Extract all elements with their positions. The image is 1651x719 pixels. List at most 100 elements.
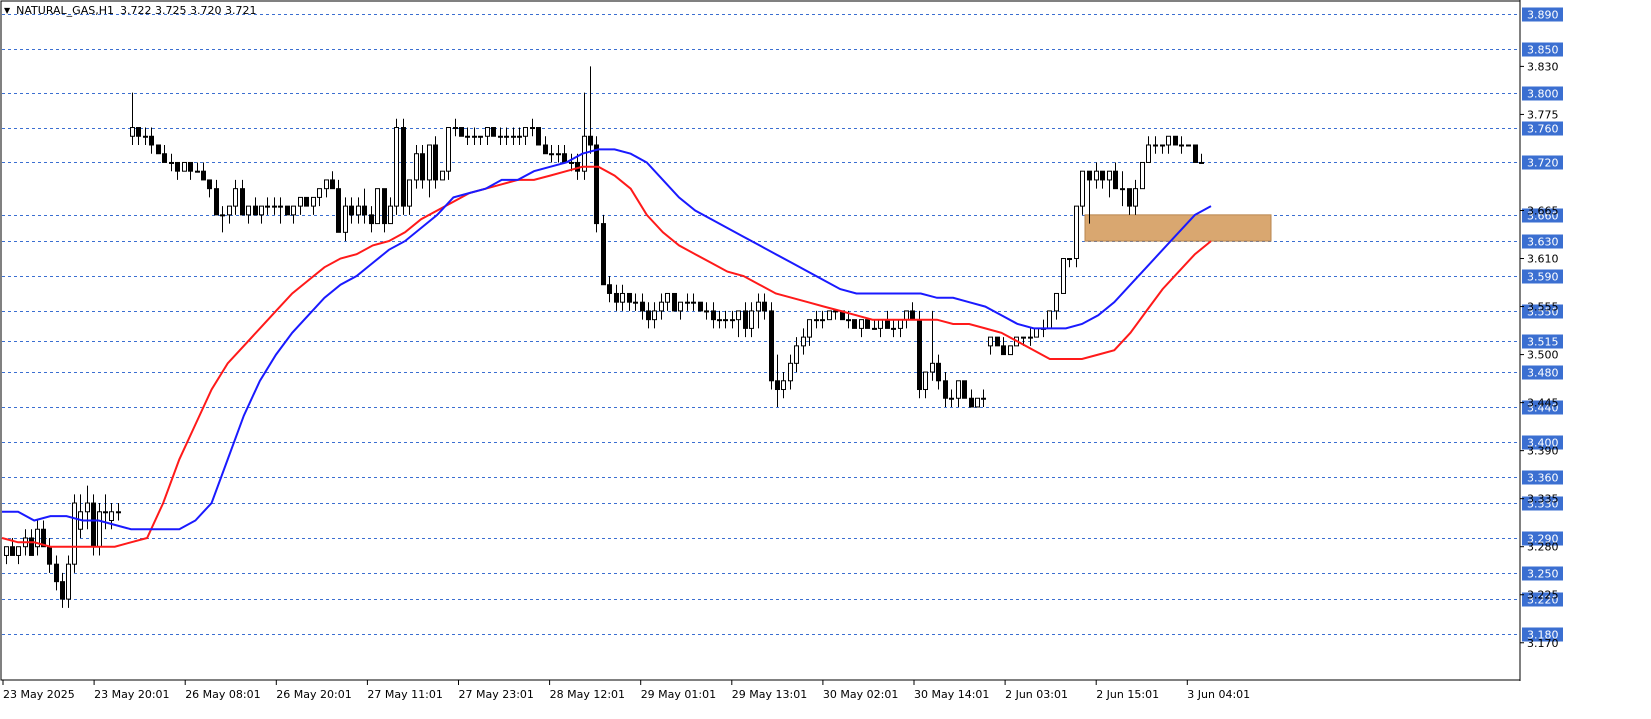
bull-candle-body [620,292,625,303]
candle [788,354,793,390]
candle [556,144,561,163]
candle [969,389,974,408]
candle [233,179,238,215]
bull-candle-body [317,188,322,198]
bull-candle-body [182,161,187,172]
candle [852,319,857,329]
bear-candle-body [562,153,567,163]
bull-candle-body [504,135,509,138]
candle [1193,144,1198,163]
candle [156,144,161,155]
candle [227,205,232,224]
candle [781,372,786,399]
symbol-name: NATURAL_GAS,H1 [16,4,114,17]
candle [465,127,470,145]
bull-candle-body [846,319,851,322]
bull-candle-body [265,205,270,208]
price-chart[interactable]: 3.8903.8503.8003.7603.7203.6603.6303.590… [0,0,1651,719]
candle [382,188,387,233]
bull-candle-body [394,127,399,207]
bull-candle-body [1028,336,1033,339]
bull-candle-body [130,127,135,137]
candle [47,537,52,573]
candle [394,118,399,215]
candle [975,397,980,408]
candle [433,136,438,189]
bull-candle-body [898,319,903,329]
bear-candle-body [349,205,354,216]
candle [491,127,496,137]
bear-candle-body [362,205,367,216]
bear-candle-body [1193,144,1198,163]
candle [78,494,83,538]
bull-candle-body [103,511,108,514]
grid-lines [2,14,1519,635]
candle [1074,205,1079,268]
candle [440,170,445,181]
price-tick-label: 3.665 [1527,204,1559,217]
candle [407,179,412,215]
dropdown-triangle-icon[interactable]: ▼ [4,6,10,15]
bull-candle-body [556,153,561,156]
bear-candle-body [775,380,780,391]
bull-candle-body [16,546,21,556]
candle [872,319,877,330]
candle [878,319,883,338]
candle [756,293,761,329]
bear-candle-body [536,127,541,146]
time-tick-label: 3 Jun 04:01 [1187,688,1250,701]
candle [995,336,1000,347]
candle [614,284,619,311]
candle [317,188,322,207]
bull-candle-body [923,371,928,391]
candle [246,205,251,224]
bull-candle-body [891,327,896,330]
bull-candle-body [523,127,528,137]
candle [291,205,296,224]
candle [1080,170,1085,215]
bear-candle-body [491,127,496,137]
price-badge-label: 3.890 [1527,9,1559,22]
candle [1120,171,1125,207]
bull-candle-body [930,362,935,373]
candle [304,196,309,207]
candle [723,310,728,329]
price-badge-label: 3.250 [1527,568,1559,581]
bull-candle-body [343,205,348,233]
candle [588,66,593,154]
bear-candle-body [47,546,52,565]
candle [1133,179,1138,215]
bear-candle-body [207,179,212,190]
bull-candle-body [685,301,690,304]
candle [775,354,780,407]
candle [1054,292,1059,320]
candle [769,302,774,390]
candle [220,206,225,233]
candle [859,319,864,338]
price-tick-label: 3.445 [1527,397,1559,410]
candle [272,197,277,215]
time-tick-label: 26 May 20:01 [276,688,351,701]
bull-candle-body [324,179,329,190]
candle [1153,136,1158,154]
bull-candle-body [195,170,200,173]
bull-candle-body [949,397,954,400]
candle [1113,162,1118,190]
candle [1179,136,1184,154]
bear-candle-body [188,161,193,172]
bull-candle-body [814,319,819,322]
bear-candle-body [10,546,15,556]
candle [801,328,806,355]
bull-candle-body [691,301,696,304]
candle [910,302,915,321]
candle [640,293,645,320]
candle [1186,144,1191,147]
candle [41,520,46,548]
candle [175,161,180,180]
candle [1094,162,1099,189]
bear-candle-body [369,214,374,225]
candle [265,197,270,215]
candle [388,197,393,225]
bull-candle-body [904,310,909,321]
bull-candle-body [1179,144,1184,147]
